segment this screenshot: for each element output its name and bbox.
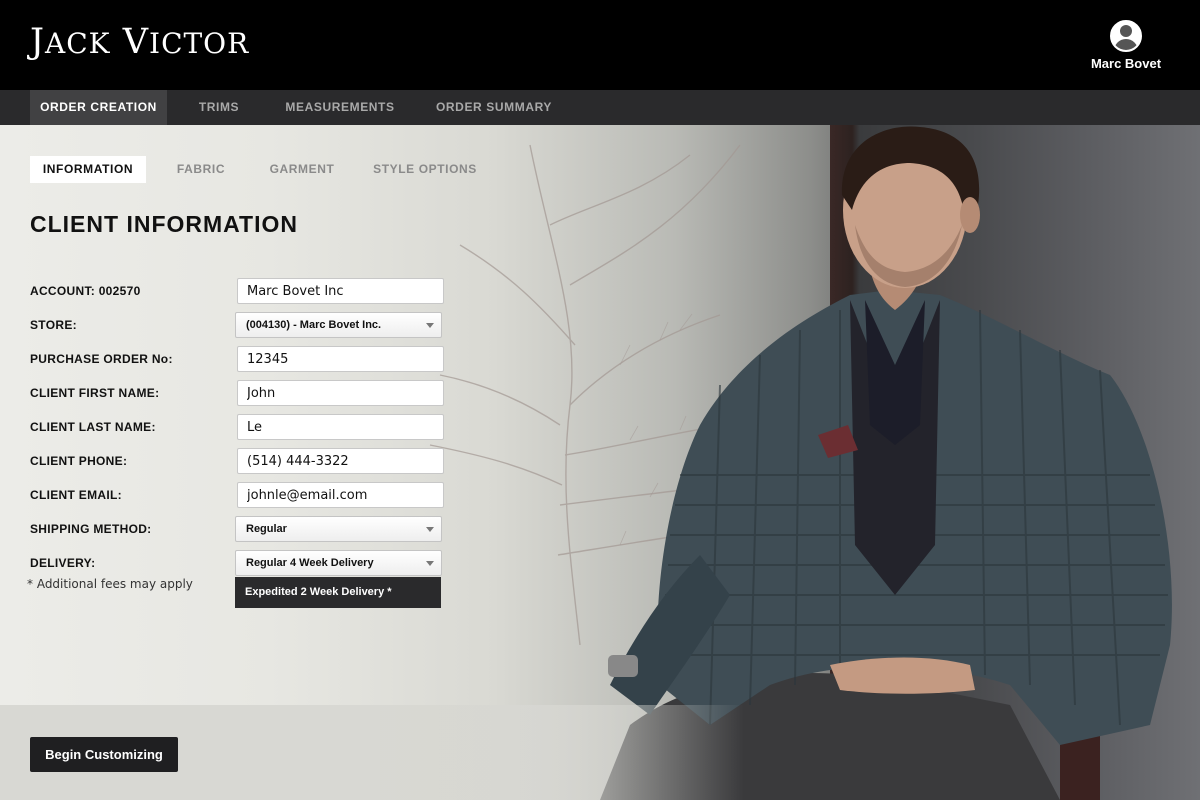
shipping-select[interactable]: Regular <box>235 516 442 542</box>
delivery-select-value: Regular 4 Week Delivery <box>246 557 374 569</box>
store-label: STORE: <box>30 318 77 332</box>
store-select-value: (004130) - Marc Bovet Inc. <box>246 319 382 331</box>
tab-garment[interactable]: GARMENT <box>256 156 348 183</box>
brand-logo[interactable]: JACK VICTOR <box>30 22 249 64</box>
account-row: ACCOUNT: 002570 <box>30 278 450 304</box>
user-name[interactable]: Marc Bovet <box>1076 56 1176 71</box>
chevron-down-icon <box>426 323 434 328</box>
last-name-input[interactable] <box>237 414 444 440</box>
user-avatar-icon[interactable] <box>1110 20 1142 52</box>
phone-input[interactable] <box>237 448 444 474</box>
nav-trims[interactable]: TRIMS <box>167 90 271 125</box>
tab-style-options[interactable]: STYLE OPTIONS <box>348 156 502 183</box>
shipping-select-value: Regular <box>246 523 287 535</box>
store-row: STORE: (004130) - Marc Bovet Inc. <box>30 312 450 338</box>
account-label: ACCOUNT: 002570 <box>30 284 141 298</box>
purchase-order-label: PURCHASE ORDER No: <box>30 352 173 366</box>
first-name-row: CLIENT FIRST NAME: <box>30 380 450 406</box>
first-name-input[interactable] <box>237 380 444 406</box>
phone-label: CLIENT PHONE: <box>30 454 128 468</box>
nav-measurements[interactable]: MEASUREMENTS <box>271 90 409 125</box>
delivery-row: DELIVERY: Regular 4 Week Delivery <box>30 550 450 576</box>
logo-initial-1: J <box>30 22 46 62</box>
fees-note: * Additional fees may apply <box>27 577 193 591</box>
tab-fabric[interactable]: FABRIC <box>146 156 256 183</box>
shipping-label: SHIPPING METHOD: <box>30 522 152 536</box>
email-row: CLIENT EMAIL: <box>30 482 450 508</box>
chevron-down-icon <box>426 561 434 566</box>
shipping-row: SHIPPING METHOD: Regular <box>30 516 450 542</box>
content-area: INFORMATION FABRIC GARMENT STYLE OPTIONS… <box>0 125 1200 800</box>
store-select[interactable]: (004130) - Marc Bovet Inc. <box>235 312 442 338</box>
last-name-label: CLIENT LAST NAME: <box>30 420 156 434</box>
top-header: JACK VICTOR Marc Bovet <box>0 0 1200 90</box>
email-label: CLIENT EMAIL: <box>30 488 122 502</box>
last-name-row: CLIENT LAST NAME: <box>30 414 450 440</box>
delivery-label: DELIVERY: <box>30 556 96 570</box>
user-menu[interactable]: Marc Bovet <box>1076 20 1176 71</box>
tab-information[interactable]: INFORMATION <box>30 156 146 183</box>
email-input[interactable] <box>237 482 444 508</box>
main-nav: ORDER CREATION TRIMS MEASUREMENTS ORDER … <box>0 90 1200 125</box>
logo-rest-2: ICTOR <box>149 27 250 60</box>
account-input[interactable] <box>237 278 444 304</box>
section-title: CLIENT INFORMATION <box>30 211 298 237</box>
begin-customizing-button[interactable]: Begin Customizing <box>30 737 178 772</box>
model-photo <box>600 126 1172 800</box>
sub-tabs: INFORMATION FABRIC GARMENT STYLE OPTIONS <box>30 156 502 183</box>
logo-initial-2: V <box>122 22 150 62</box>
delivery-option-expedited[interactable]: Expedited 2 Week Delivery * <box>235 577 441 608</box>
phone-row: CLIENT PHONE: <box>30 448 450 474</box>
delivery-select[interactable]: Regular 4 Week Delivery <box>235 550 442 576</box>
nav-order-summary[interactable]: ORDER SUMMARY <box>409 90 579 125</box>
logo-rest-1: ACK <box>45 27 111 60</box>
first-name-label: CLIENT FIRST NAME: <box>30 386 160 400</box>
purchase-order-input[interactable] <box>237 346 444 372</box>
purchase-order-row: PURCHASE ORDER No: <box>30 346 450 372</box>
chevron-down-icon <box>426 527 434 532</box>
nav-order-creation[interactable]: ORDER CREATION <box>30 90 167 125</box>
bottom-bar <box>0 705 1200 800</box>
